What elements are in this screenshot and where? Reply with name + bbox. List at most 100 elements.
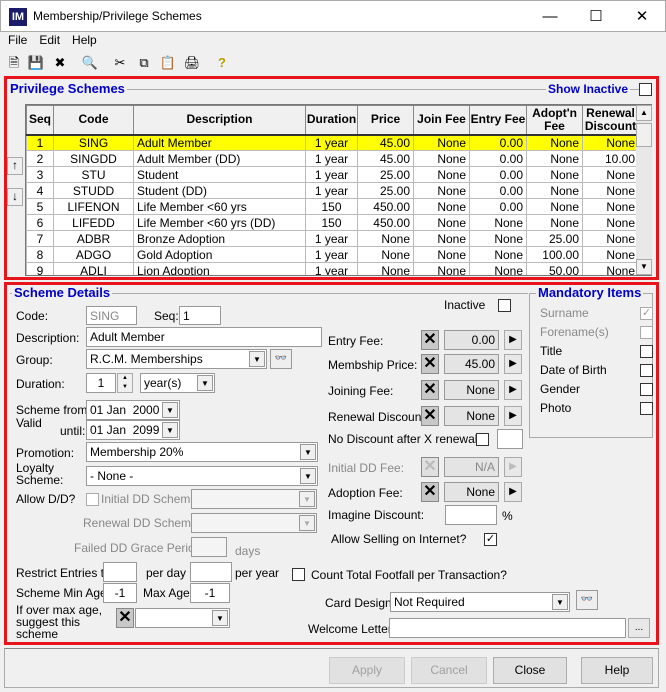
column-header[interactable]: Seq xyxy=(26,105,54,136)
table-row[interactable]: 5 LIFENON Life Member <60 yrs 150 450.00 None… xyxy=(26,198,639,215)
close-window-button[interactable]: ✕ xyxy=(627,5,657,29)
min-age-field[interactable]: -1 xyxy=(103,583,137,603)
table-row[interactable]: 8 ADGO Gold Adoption 1 year None None None 100.… xyxy=(26,246,639,263)
valid-until-date[interactable]: 01 Jan 2099 ▼ xyxy=(86,420,180,440)
clear-renewal-discount-x-icon[interactable]: ✕ xyxy=(421,406,439,426)
max-age-field[interactable]: -1 xyxy=(190,583,230,603)
adoption-fee-field[interactable]: None xyxy=(444,482,499,502)
print-icon[interactable]: 🖨 xyxy=(182,54,202,72)
initial-dd-fee-field[interactable]: N/A xyxy=(444,457,499,477)
scroll-up-icon[interactable]: ▲ xyxy=(636,105,652,121)
table-row[interactable]: 9 ADLI Lion Adoption 1 year None None None 50.0… xyxy=(26,262,639,275)
column-header[interactable]: Duration xyxy=(305,105,358,136)
joining-fee-arrow-icon[interactable]: ▶ xyxy=(504,380,522,400)
new-icon[interactable]: 🗎 xyxy=(4,54,24,72)
table-row[interactable]: 3 STU Student 1 year 25.00 None 0.00 None None xyxy=(26,166,639,183)
internet-checkbox[interactable]: ✓ xyxy=(484,533,497,546)
browse-button[interactable]: ... xyxy=(628,618,650,638)
membership-price-arrow-icon[interactable]: ▶ xyxy=(504,354,522,374)
help-button[interactable]: Help xyxy=(581,657,653,684)
clear-over-age-x-icon[interactable]: ✕ xyxy=(116,608,134,628)
mandatory-item-checkbox[interactable] xyxy=(640,383,653,396)
save-icon[interactable]: 💾 xyxy=(26,54,46,72)
adoption-fee-arrow-icon[interactable]: ▶ xyxy=(504,482,522,502)
column-header[interactable]: Code xyxy=(53,105,134,136)
per-year-field[interactable] xyxy=(190,562,232,582)
description-field[interactable]: Adult Member xyxy=(86,327,322,347)
valid-from-date[interactable]: 01 Jan 2000 ▼ xyxy=(86,400,180,420)
card-lookup-glasses-icon[interactable]: 👓 xyxy=(576,590,598,610)
mandatory-item-checkbox[interactable]: ✓ xyxy=(640,307,653,320)
initial-dd-fee-arrow-icon[interactable]: ▶ xyxy=(504,457,522,477)
copy-icon[interactable]: ⧉ xyxy=(134,54,154,72)
clear-membership-price-x-icon[interactable]: ✕ xyxy=(421,354,439,374)
seq-field[interactable]: 1 xyxy=(179,306,221,325)
table-row[interactable]: 2 SINGDD Adult Member (DD) 1 year 45.00 None 0… xyxy=(26,150,639,167)
column-header[interactable]: Entry Fee xyxy=(469,105,527,136)
card-design-select[interactable]: Not Required ▼ xyxy=(390,592,570,612)
show-inactive-checkbox[interactable] xyxy=(639,83,652,96)
group-select[interactable]: R.C.M. Memberships ▼ xyxy=(86,349,267,369)
per-day-field[interactable] xyxy=(103,562,137,582)
imagine-discount-field[interactable] xyxy=(445,505,497,525)
joining-fee-field[interactable]: None xyxy=(444,380,499,400)
apply-button[interactable]: Apply xyxy=(329,657,405,684)
code-field[interactable]: SING xyxy=(86,306,137,325)
mandatory-item-checkbox[interactable] xyxy=(640,402,653,415)
table-row[interactable]: 1 SING Adult Member 1 year 45.00 None 0.00 None… xyxy=(26,134,639,151)
duration-field[interactable]: 1 xyxy=(86,373,116,393)
cut-icon[interactable]: ✂ xyxy=(110,54,130,72)
no-discount-checkbox[interactable] xyxy=(476,433,489,446)
close-button[interactable]: Close xyxy=(493,657,567,684)
no-discount-count-field[interactable] xyxy=(497,429,523,449)
table-row[interactable]: 4 STUDD Student (DD) 1 year 25.00 None 0.00 Non… xyxy=(26,182,639,199)
move-up-icon[interactable]: ↑ xyxy=(7,157,23,175)
column-header[interactable]: Adopt'n Fee xyxy=(526,105,583,136)
scroll-thumb[interactable] xyxy=(636,123,652,147)
column-header[interactable]: Price xyxy=(357,105,414,136)
membership-price-field[interactable]: 45.00 xyxy=(444,354,499,374)
clear-initial-dd-fee-x-icon[interactable]: ✕ xyxy=(421,457,439,477)
menu-edit[interactable]: Edit xyxy=(39,33,60,47)
entry-fee-arrow-icon[interactable]: ▶ xyxy=(504,330,522,350)
over-age-scheme-select[interactable]: ▼ xyxy=(135,608,230,628)
clear-joining-fee-x-icon[interactable]: ✕ xyxy=(421,380,439,400)
menu-help[interactable]: Help xyxy=(72,33,97,47)
help-icon[interactable]: ? xyxy=(212,54,232,72)
delete-icon[interactable]: ✖ xyxy=(50,54,70,72)
footfall-checkbox[interactable] xyxy=(292,568,305,581)
scroll-down-icon[interactable]: ▼ xyxy=(636,259,652,275)
mandatory-item-checkbox[interactable] xyxy=(640,364,653,377)
duration-spinner[interactable]: ▲ ▼ xyxy=(117,373,133,393)
group-lookup-glasses-icon[interactable]: 👓 xyxy=(270,349,292,369)
renewal-dd-select[interactable]: ▼ xyxy=(191,513,317,533)
allow-dd-checkbox[interactable] xyxy=(86,493,99,506)
menu-file[interactable]: File xyxy=(8,33,27,47)
cancel-button[interactable]: Cancel xyxy=(411,657,487,684)
maximize-button[interactable]: ☐ xyxy=(581,5,611,29)
entry-fee-field[interactable]: 0.00 xyxy=(444,330,499,350)
duration-unit-select[interactable]: year(s) ▼ xyxy=(140,373,215,393)
table-row[interactable]: 7 ADBR Bronze Adoption 1 year None None None 25… xyxy=(26,230,639,247)
clear-entry-fee-x-icon[interactable]: ✕ xyxy=(421,330,439,350)
inactive-checkbox[interactable] xyxy=(498,299,511,312)
minimize-button[interactable]: — xyxy=(535,5,565,29)
renewal-discount-arrow-icon[interactable]: ▶ xyxy=(504,406,522,426)
paste-icon[interactable]: 📋 xyxy=(158,54,178,72)
clear-adoption-fee-x-icon[interactable]: ✕ xyxy=(421,482,439,502)
column-header[interactable]: Renewal Discount xyxy=(582,105,639,136)
welcome-letter-field[interactable] xyxy=(389,618,626,638)
promotion-select[interactable]: Membership 20% ▼ xyxy=(86,442,318,462)
table-row[interactable]: 6 LIFEDD Life Member <60 yrs (DD) 150 450.00… xyxy=(26,214,639,231)
renewal-discount-field[interactable]: None xyxy=(444,406,499,426)
mandatory-item-checkbox[interactable] xyxy=(640,326,653,339)
grace-period-field[interactable] xyxy=(191,537,227,557)
initial-dd-select[interactable]: ▼ xyxy=(191,489,317,509)
grid-scrollbar[interactable]: ▲ ▼ xyxy=(636,105,652,275)
move-down-icon[interactable]: ↓ xyxy=(7,188,23,206)
column-header[interactable]: Description xyxy=(133,105,306,136)
loyalty-select[interactable]: - None - ▼ xyxy=(86,466,318,486)
find-icon[interactable]: 🔍 xyxy=(80,54,100,72)
mandatory-item-checkbox[interactable] xyxy=(640,345,653,358)
column-header[interactable]: Join Fee xyxy=(413,105,470,136)
